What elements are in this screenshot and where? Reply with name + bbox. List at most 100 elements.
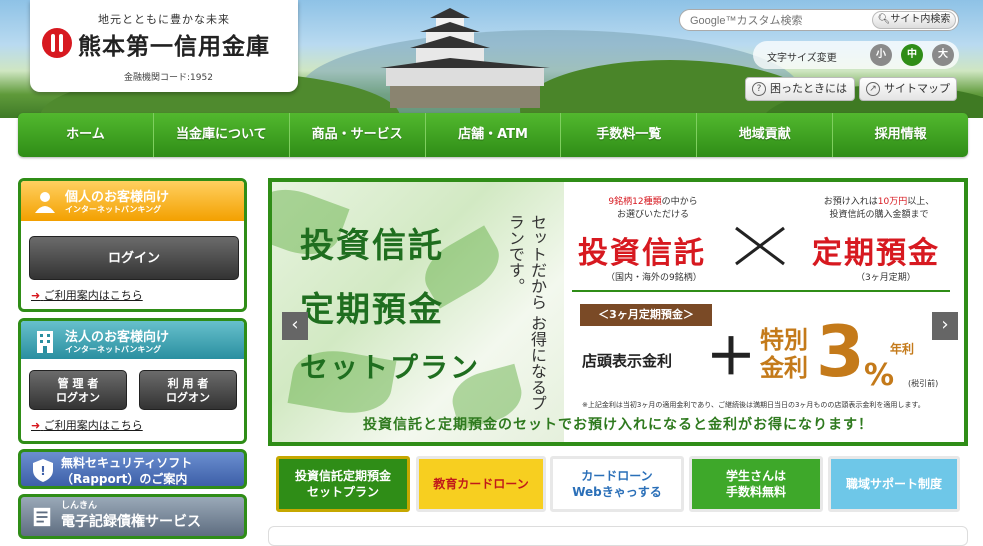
e-record-banner[interactable]: しんきん 電子記録債権サービス (18, 494, 247, 539)
subtab-4-line2: 手数料無料 (725, 485, 786, 499)
search-button[interactable]: 🔍︎サイト内検索 (872, 11, 956, 29)
promo-banner[interactable]: 投資信託 定期預金 セットプラン セットだから お得になるプランです。 9銘柄1… (268, 178, 968, 446)
special-rate-line2: 金利 (760, 353, 808, 382)
subtab-3-line2: Webきゃっする (572, 485, 662, 499)
deposit-note-text2: 以上、 (907, 197, 935, 207)
subtab-student-fee-free[interactable]: 学生さんは手数料無料 (689, 456, 823, 512)
corporate-guide-label: ご利用案内はこちら (43, 419, 143, 432)
corporate-guide-link[interactable]: ➜ ご利用案内はこちら (31, 417, 143, 433)
building-icon (37, 331, 53, 353)
person-icon (35, 192, 55, 213)
subtab-card-loan[interactable]: カードローン Webきゃっする (550, 456, 684, 512)
investment-trust-note: （国内・海外の9銘柄） (606, 273, 702, 283)
nav-products[interactable]: 商品・サービス (290, 113, 426, 157)
subtab-3-line1: カードローン (581, 469, 653, 483)
special-rate-line1: 特別 (760, 325, 808, 354)
fund-note: 9銘柄12種類の中から お選びいただける (578, 196, 728, 222)
special-rate-label: 特別 金利 (760, 326, 808, 382)
castle-illustration (380, 8, 550, 108)
subtab-5-line1: 職域サポート制度 (845, 477, 942, 491)
font-size-large-button[interactable]: 大 (932, 44, 954, 66)
time-deposit-heading: 定期預金 (812, 236, 940, 271)
admin-logon-line1: 管 理 者 (57, 377, 99, 390)
sitemap-label: サイトマップ (884, 82, 950, 95)
arrow-right-icon: ➜ (31, 419, 41, 432)
fund-note-highlight: 9銘柄12種類 (608, 197, 662, 207)
investment-trust-heading: 投資信託 (578, 236, 706, 271)
personal-banking-title: 個人のお客様向け (65, 190, 170, 205)
promo-line-3: セットプラン (300, 351, 481, 384)
logo-panel[interactable]: 地元とともに豊かな未来 熊本第一信用金庫 金融機関コード:1952 (30, 0, 298, 92)
content-panel (268, 526, 968, 546)
security-banner-line2: （Rapport）のご案内 (61, 472, 188, 486)
subtab-2-line1: 教育カードローン (433, 477, 529, 491)
admin-logon-button[interactable]: 管 理 者 ログオン (29, 370, 127, 410)
deposit-note-text3: 投資信託の購入金額まで (829, 210, 929, 220)
personal-guide-link[interactable]: ➜ ご利用案内はこちら (31, 287, 143, 303)
time-deposit-note: （3ヶ月定期） (856, 273, 916, 283)
promo-banner-left: 投資信託 定期預金 セットプラン セットだから お得になるプランです。 (272, 182, 564, 442)
admin-logon-line2: ログオン (56, 391, 100, 404)
nav-recruit[interactable]: 採用情報 (833, 113, 968, 157)
e-record-label: 電子記録債権サービス (61, 514, 201, 530)
corporate-banking-title: 法人のお客様向け (65, 330, 170, 345)
bank-code: 金融機関コード:1952 (124, 73, 213, 83)
shield-icon: ! (33, 459, 53, 482)
help-label: 困ったときには (770, 82, 847, 95)
security-software-banner[interactable]: ! 無料セキュリティソフト （Rapport）のご案内 (18, 449, 247, 489)
deposit-note: お預け入れは10万円以上、 投資信託の購入金額まで (794, 196, 964, 222)
svg-text:!: ! (40, 464, 45, 478)
help-button[interactable]: ? 困ったときには (745, 77, 855, 101)
user-logon-line2: ログオン (166, 391, 210, 404)
pre-tax-note: (税引前) (908, 379, 939, 388)
fund-note-text2: お選びいただける (616, 210, 689, 220)
login-button[interactable]: ログイン (29, 236, 239, 280)
cross-icon (735, 226, 785, 266)
promo-line-2: 定期預金 (300, 290, 444, 330)
compass-icon: ↗ (866, 82, 880, 96)
security-banner-line1: 無料セキュリティソフト (61, 456, 193, 470)
user-logon-line1: 利 用 者 (167, 377, 209, 390)
bank-name: 熊本第一信用金庫 (78, 34, 270, 60)
personal-guide-label: ご利用案内はこちら (43, 289, 143, 302)
subtab-workplace-support[interactable]: 職域サポート制度 (828, 456, 960, 512)
subtab-education-loan[interactable]: 教育カードローン (416, 456, 546, 512)
search-input[interactable] (690, 13, 870, 28)
corporate-banking-panel: 法人のお客様向け インターネットバンキング 管 理 者 ログオン 利 用 者 ロ… (18, 318, 247, 444)
font-size-small-button[interactable]: 小 (870, 44, 892, 66)
subtab-investment-set-plan[interactable]: 投資信託定期預金 セットプラン (276, 456, 410, 512)
subtab-1-line2: セットプラン (306, 485, 379, 499)
sitemap-button[interactable]: ↗ サイトマップ (859, 77, 957, 101)
rate-number: 3 (816, 311, 865, 393)
user-logon-button[interactable]: 利 用 者 ログオン (139, 370, 237, 410)
document-icon (33, 507, 51, 527)
subtab-4-line1: 学生さんは (725, 469, 786, 483)
bank-logo-icon (42, 28, 72, 58)
store-rate-label: 店頭表示金利 (582, 352, 673, 370)
corporate-banking-subtitle: インターネットバンキング (65, 345, 162, 354)
rate-footnote: ※上記金利は当初3ヶ月の適用金利であり、ご継続後は満期日当日の3ヶ月ものの店頭表… (582, 401, 925, 409)
nav-about[interactable]: 当金庫について (154, 113, 290, 157)
carousel-prev-button[interactable]: ‹ (282, 312, 308, 340)
search-box: 🔍︎サイト内検索 (679, 9, 959, 31)
carousel-next-button[interactable]: › (932, 312, 958, 340)
search-button-label: サイト内検索 (890, 14, 951, 25)
question-icon: ? (752, 82, 766, 96)
deposit-note-highlight: 10万円 (877, 197, 908, 207)
nav-community[interactable]: 地域貢献 (697, 113, 834, 157)
search-icon: 🔍︎ (877, 14, 891, 25)
three-month-tag: ＜3ヶ月定期預金＞ (580, 304, 712, 326)
subtab-1-line1: 投資信託定期預金 (294, 469, 391, 483)
e-record-small-label: しんきん (61, 501, 98, 511)
promo-caption: 投資信託と定期預金のセットでお預け入れになると金利がお得になります！ (363, 417, 873, 433)
corporate-banking-header: 法人のお客様向け インターネットバンキング (21, 321, 244, 359)
promo-banner-right: 9銘柄12種類の中から お選びいただける お預け入れは10万円以上、 投資信託の… (564, 182, 964, 442)
font-size-label: 文字サイズ変更 (767, 53, 837, 64)
nav-branches[interactable]: 店舗・ATM (426, 113, 562, 157)
personal-banking-subtitle: インターネットバンキング (65, 205, 162, 214)
font-size-medium-button[interactable]: 中 (901, 44, 923, 66)
nav-fees[interactable]: 手数料一覧 (561, 113, 698, 157)
nav-home[interactable]: ホーム (18, 113, 154, 157)
global-nav: ホーム 当金庫について 商品・サービス 店舗・ATM 手数料一覧 地域貢献 採用… (18, 113, 968, 157)
annual-rate-label: 年利 (890, 342, 915, 356)
